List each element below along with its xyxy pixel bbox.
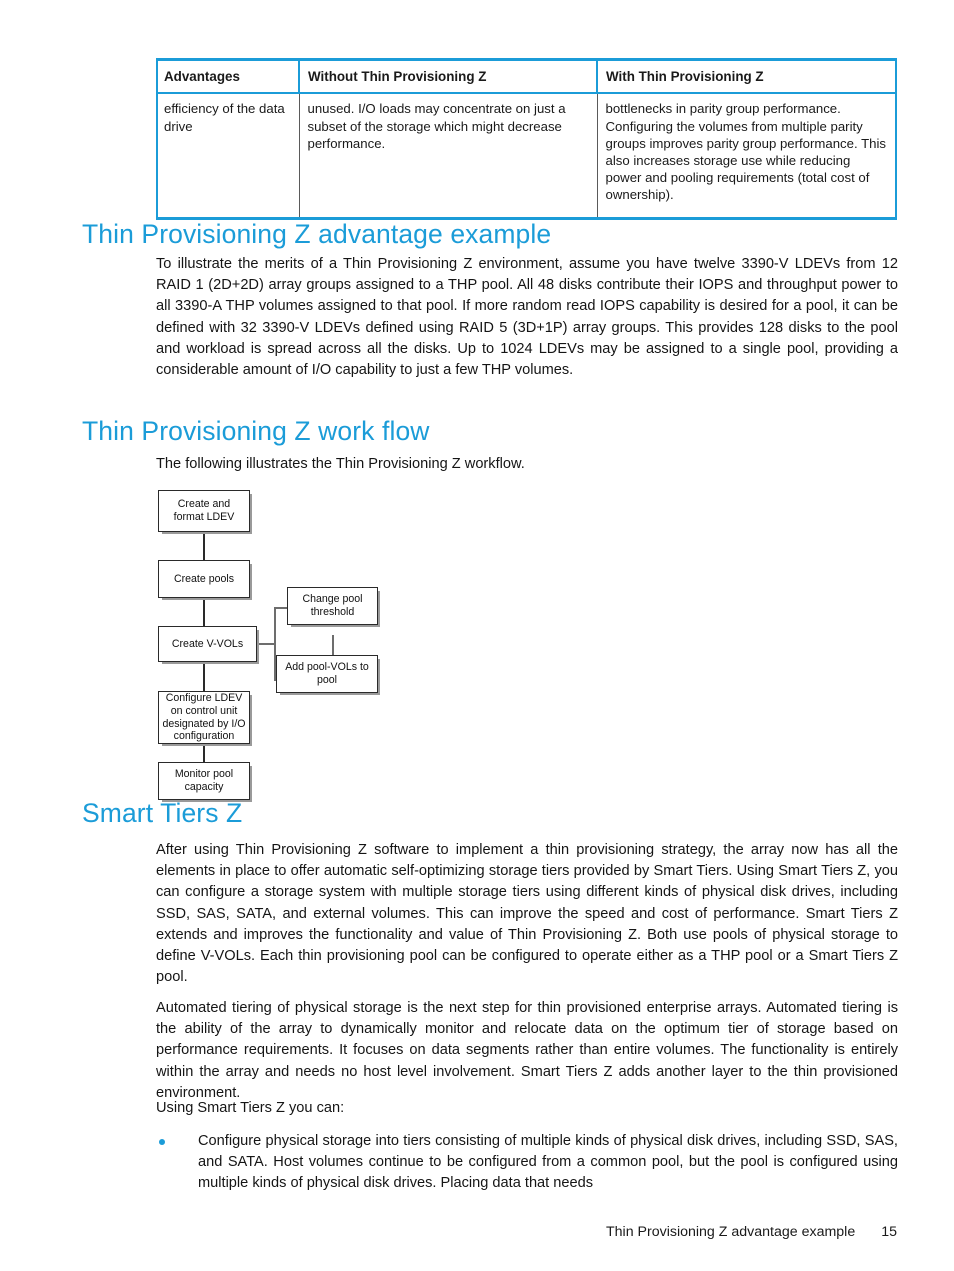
paragraph-smart-tiers-1: After using Thin Provisioning Z software… bbox=[156, 842, 898, 986]
thin-provisioning-workflow-diagram: Create and format LDEV Create pools Crea… bbox=[140, 485, 440, 800]
diagram-node-label: Create pools bbox=[173, 572, 235, 585]
diagram-node-label: Configure LDEV on control unit designate… bbox=[162, 692, 246, 743]
connector-ldev-to-pools bbox=[203, 532, 205, 560]
column-header-without-thin-provisioning-z: Without Thin Provisioning Z bbox=[298, 58, 597, 95]
column-header-advantages: Advantages bbox=[156, 58, 299, 95]
connector-branch-to-change-threshold bbox=[274, 607, 288, 609]
diagram-node-create-vvols: Create V-VOLs bbox=[158, 626, 257, 662]
connector-vvols-branch-stub bbox=[257, 643, 275, 645]
cell-without: unused. I/O loads may concentrate on jus… bbox=[298, 93, 597, 219]
diagram-node-add-pool-vols-to-pool: Add pool-VOLs to pool bbox=[276, 655, 378, 693]
diagram-node-label: Add pool-VOLs to pool bbox=[285, 661, 369, 686]
connector-vvols-to-configure bbox=[203, 662, 205, 691]
heading-thin-provisioning-z-advantage-example: Thin Provisioning Z advantage example bbox=[82, 219, 552, 249]
diagram-node-create-format-ldev: Create and format LDEV bbox=[158, 490, 250, 532]
connector-pools-to-vvols bbox=[203, 598, 205, 627]
cell-with: bottlenecks in parity group performance.… bbox=[596, 93, 897, 219]
diagram-node-create-pools: Create pools bbox=[158, 560, 250, 598]
paragraph-work-flow-intro: The following illustrates the Thin Provi… bbox=[156, 456, 525, 472]
heading-smart-tiers-z: Smart Tiers Z bbox=[82, 798, 243, 828]
diagram-node-configure-ldev: Configure LDEV on control unit designate… bbox=[158, 691, 250, 744]
diagram-node-change-pool-threshold: Change pool threshold bbox=[287, 587, 378, 625]
paragraph-advantage-example: To illustrate the merits of a Thin Provi… bbox=[156, 256, 898, 379]
diagram-node-label: Monitor pool capacity bbox=[174, 768, 234, 793]
page-footer: Thin Provisioning Z advantage example 15 bbox=[0, 1224, 954, 1240]
cell-advantages: efficiency of the data drive bbox=[164, 101, 285, 134]
diagram-node-label: Create and format LDEV bbox=[173, 498, 235, 523]
diagram-node-label: Change pool threshold bbox=[302, 593, 363, 618]
list-item-text: Configure physical storage into tiers co… bbox=[198, 1133, 898, 1192]
footer-page-number: 15 bbox=[881, 1224, 897, 1240]
smart-tiers-bullet-list: Configure physical storage into tiers co… bbox=[156, 1131, 898, 1195]
column-header-with-thin-provisioning-z: With Thin Provisioning Z bbox=[596, 58, 897, 95]
footer-running-head: Thin Provisioning Z advantage example bbox=[606, 1224, 856, 1240]
diagram-node-label: Create V-VOLs bbox=[171, 637, 244, 650]
paragraph-smart-tiers-2: Automated tiering of physical storage is… bbox=[156, 1000, 898, 1101]
advantages-table: Advantages Without Thin Provisioning Z W… bbox=[156, 58, 897, 221]
diagram-node-monitor-pool-capacity: Monitor pool capacity bbox=[158, 762, 250, 800]
heading-thin-provisioning-z-work-flow: Thin Provisioning Z work flow bbox=[82, 416, 430, 446]
connector-threshold-to-add-pool-vols bbox=[332, 635, 334, 655]
bullet-dot-icon bbox=[159, 1139, 165, 1145]
advantages-table-grid: Advantages Without Thin Provisioning Z W… bbox=[156, 58, 897, 220]
paragraph-smart-tiers-3: Using Smart Tiers Z you can: bbox=[156, 1100, 345, 1116]
table-row: efficiency of the data drive unused. I/O… bbox=[156, 93, 897, 219]
list-item: Configure physical storage into tiers co… bbox=[156, 1131, 898, 1195]
table-header-row: Advantages Without Thin Provisioning Z W… bbox=[156, 58, 897, 95]
